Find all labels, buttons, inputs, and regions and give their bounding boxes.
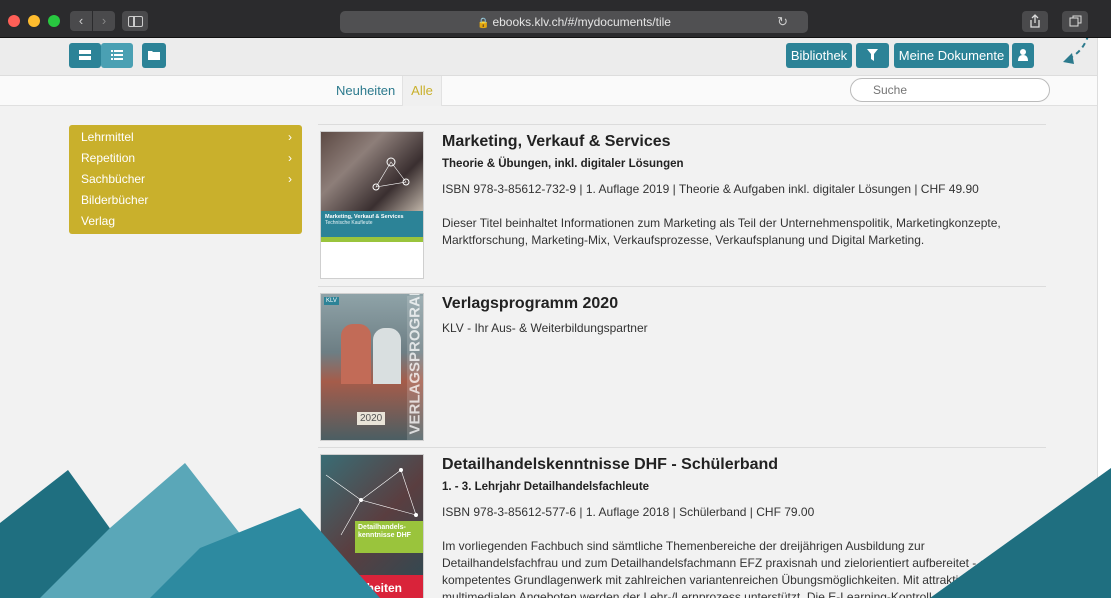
book-cover[interactable]: Marketing, Verkauf & Services Technische…	[320, 131, 424, 279]
filter-tabs: Neuheiten Alle	[0, 76, 1097, 106]
category-item-verlag[interactable]: Verlag	[69, 211, 302, 232]
tab-neuheiten[interactable]: Neuheiten	[336, 76, 395, 106]
cover-person-b	[373, 328, 401, 384]
book-title[interactable]: Verlagsprogramm 2020	[442, 295, 618, 313]
share-icon	[1030, 14, 1040, 28]
annotation-arrow-icon	[1063, 38, 1089, 64]
book-subtitle: Theorie & Übungen, inkl. digitaler Lösun…	[442, 158, 684, 170]
back-arrow-icon: ‹	[78, 13, 84, 28]
forward-button[interactable]: ›	[93, 11, 115, 31]
filter-icon	[867, 49, 878, 61]
category-label: Sachbücher	[81, 172, 146, 186]
sidebar-toggle-icon[interactable]	[122, 11, 148, 31]
cover-year: 2020	[357, 412, 386, 425]
folder-icon	[148, 51, 160, 60]
category-item-sachbuecher[interactable]: Sachbücher ›	[69, 169, 302, 190]
share-button[interactable]	[1022, 11, 1048, 32]
category-label: Bilderbücher	[81, 193, 149, 207]
browser-toolbar: ‹ › 🔒 ebooks.klv.ch/#/mydocuments/tile ↻	[0, 0, 1111, 38]
list-view-icon	[111, 50, 123, 60]
decorative-triangle-right	[930, 468, 1111, 598]
user-icon	[1018, 49, 1028, 61]
forward-arrow-icon: ›	[101, 13, 107, 28]
book-subtitle: 1. - 3. Lehrjahr Detailhandelsfachleute	[442, 481, 650, 493]
user-button[interactable]	[1012, 43, 1034, 68]
tile-view-button[interactable]	[69, 43, 101, 68]
zoom-window-button[interactable]	[48, 15, 60, 27]
reload-icon[interactable]: ↻	[777, 11, 788, 33]
book-subtitle: KLV - Ihr Aus- & Weiterbildungspartner	[442, 321, 648, 335]
url-text: ebooks.klv.ch/#/mydocuments/tile	[492, 15, 671, 29]
web-page: Bibliothek Meine Dokumente Neuheiten All…	[0, 38, 1111, 598]
network-graphic	[372, 157, 410, 191]
minimize-window-button[interactable]	[28, 15, 40, 27]
book-cover[interactable]: KLV VERLAGSPROGRAMM 2020	[320, 293, 424, 441]
book-item[interactable]: Marketing, Verkauf & Services Technische…	[318, 124, 1046, 286]
chevron-right-icon: ›	[288, 172, 292, 186]
cover-subtitle: Technische Kaufleute	[325, 220, 373, 226]
list-view-button[interactable]	[101, 43, 133, 68]
klv-logo: KLV	[324, 297, 339, 305]
cover-stripe	[321, 237, 423, 242]
category-label: Repetition	[81, 151, 136, 165]
decorative-triangles	[0, 463, 380, 598]
cover-vertical-title: VERLAGSPROGRAMM	[406, 293, 424, 435]
back-button[interactable]: ‹	[70, 11, 92, 31]
address-bar[interactable]: 🔒 ebooks.klv.ch/#/mydocuments/tile ↻	[340, 11, 808, 33]
tabs-icon	[1069, 15, 1081, 27]
category-label: Lehrmittel	[81, 130, 134, 144]
tab-alle[interactable]: Alle	[402, 76, 442, 106]
book-item[interactable]: KLV VERLAGSPROGRAMM 2020 Verlagsprogramm…	[318, 286, 1046, 447]
book-title[interactable]: Detailhandelskenntnisse DHF - Schülerban…	[442, 456, 778, 474]
cover-title-block: Marketing, Verkauf & Services Technische…	[321, 211, 423, 237]
book-meta: ISBN 978-3-85612-732-9 | 1. Auflage 2019…	[442, 182, 979, 196]
my-documents-button[interactable]: Meine Dokumente	[894, 43, 1009, 68]
cover-person-a	[341, 324, 371, 384]
category-label: Verlag	[81, 214, 116, 228]
app-toolbar: Bibliothek Meine Dokumente	[0, 38, 1097, 76]
library-button[interactable]: Bibliothek	[786, 43, 852, 68]
lock-icon: 🔒	[477, 18, 490, 29]
tab-overview-button[interactable]	[1062, 11, 1088, 32]
close-window-button[interactable]	[8, 15, 20, 27]
chevron-right-icon: ›	[288, 151, 292, 165]
cover-photo	[321, 132, 423, 211]
category-item-repetition[interactable]: Repetition ›	[69, 148, 302, 169]
folder-button[interactable]	[142, 43, 166, 68]
category-menu: Lehrmittel › Repetition › Sachbücher › Bild…	[69, 125, 302, 234]
book-title[interactable]: Marketing, Verkauf & Services	[442, 133, 671, 151]
search-input[interactable]	[850, 78, 1050, 102]
chevron-right-icon: ›	[288, 130, 292, 144]
book-description: Dieser Titel beinhaltet Informationen zu…	[442, 216, 1001, 247]
category-item-lehrmittel[interactable]: Lehrmittel ›	[69, 127, 302, 148]
book-meta: ISBN 978-3-85612-577-6 | 1. Auflage 2018…	[442, 505, 815, 519]
filter-button[interactable]	[856, 43, 889, 68]
category-item-bilderbuecher[interactable]: Bilderbücher	[69, 190, 302, 211]
tile-view-icon	[79, 50, 91, 60]
